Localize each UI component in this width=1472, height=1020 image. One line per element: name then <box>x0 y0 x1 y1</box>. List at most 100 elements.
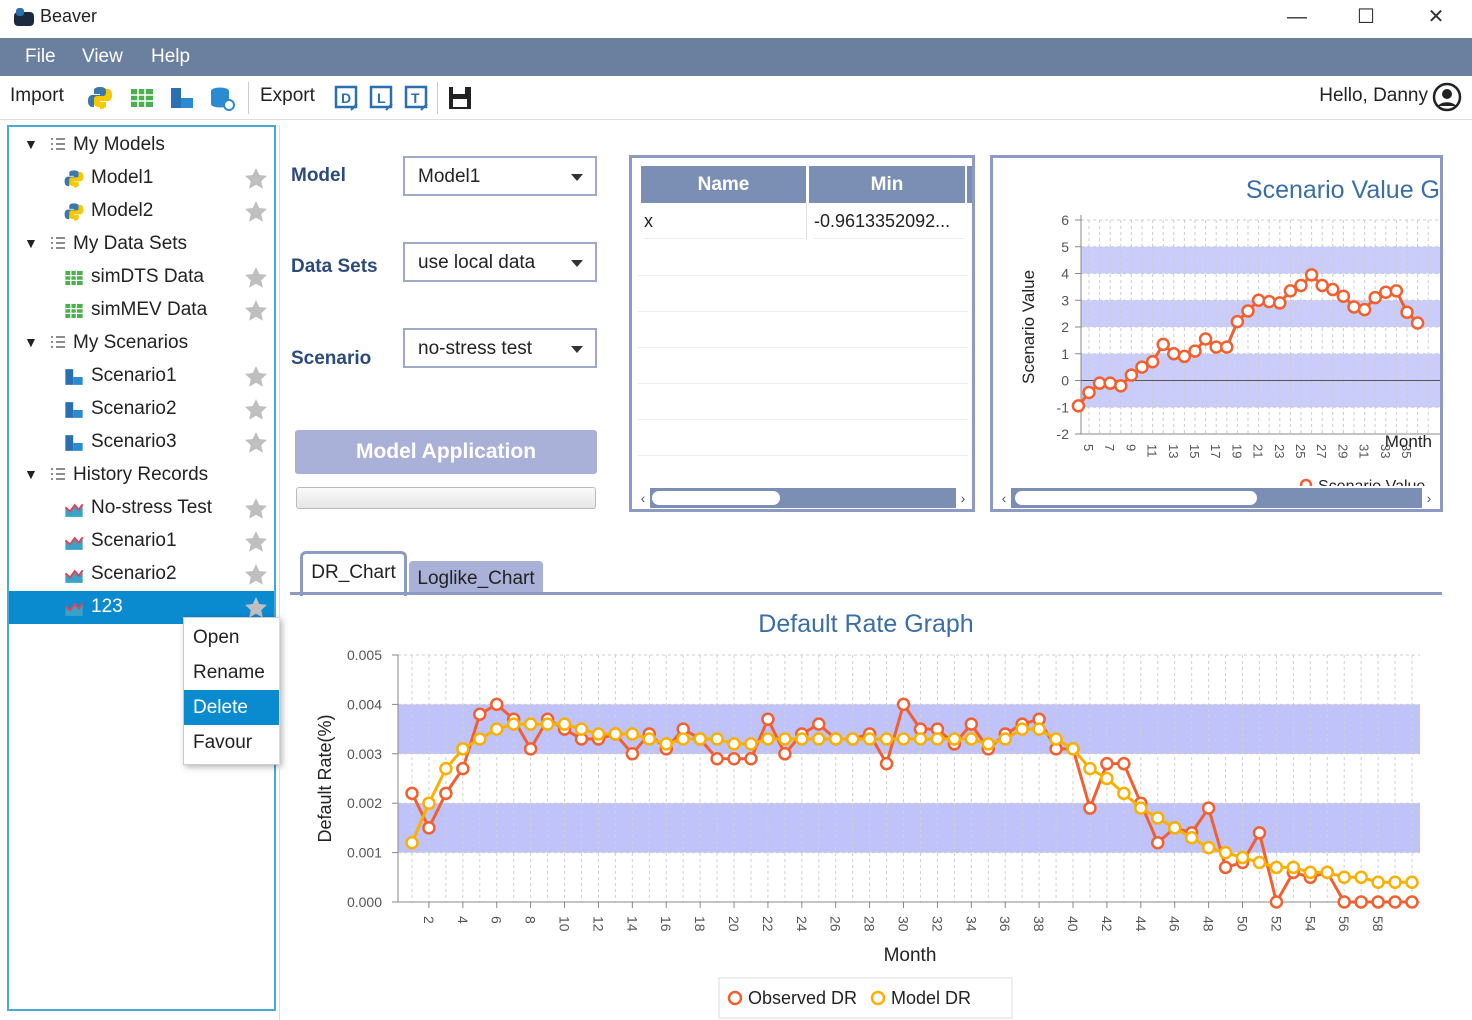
tree-item-model2[interactable]: Model2 <box>9 195 274 228</box>
close-button[interactable]: ✕ <box>1416 4 1456 30</box>
ctx-rename[interactable]: Rename <box>184 655 279 690</box>
tree-item-scenario1[interactable]: Scenario1 <box>9 360 274 393</box>
datasets-select[interactable]: use local data <box>403 242 597 282</box>
data-point <box>1114 379 1128 393</box>
area-chart-icon <box>63 564 85 586</box>
data-point <box>1269 860 1284 875</box>
tree-group-my-data-sets[interactable]: ▼ My Data Sets <box>9 228 274 261</box>
import-python-icon[interactable] <box>86 84 114 112</box>
table-cell-name[interactable]: x <box>644 203 804 239</box>
column-header-min[interactable]: Min <box>809 166 965 203</box>
menu-help[interactable]: Help <box>151 46 190 68</box>
ctx-delete[interactable]: Delete <box>184 690 279 725</box>
expand-arrow-icon[interactable]: ▼ <box>24 136 38 152</box>
scroll-thumb[interactable] <box>652 491 780 505</box>
favourite-star-icon[interactable] <box>243 562 269 588</box>
svg-text:L: L <box>377 90 386 106</box>
expand-arrow-icon[interactable]: ▼ <box>24 466 38 482</box>
import-data-icon[interactable] <box>128 84 156 112</box>
tree-item-scenario1[interactable]: Scenario1 <box>9 525 274 558</box>
pane-divider[interactable] <box>279 125 280 1020</box>
x-tick-label: 11 <box>1145 444 1160 458</box>
data-point <box>1209 340 1223 354</box>
favourite-star-icon[interactable] <box>243 199 269 225</box>
x-tick-label: 5 <box>1081 444 1096 451</box>
scroll-right-icon[interactable]: › <box>1422 488 1436 508</box>
scroll-thumb[interactable] <box>1015 491 1257 505</box>
data-point <box>1410 316 1425 330</box>
favourite-star-icon[interactable] <box>243 364 269 390</box>
scenario-select[interactable]: no-stress test <box>403 328 597 368</box>
svg-text:T: T <box>411 90 420 106</box>
tree-item-scenario3[interactable]: Scenario3 <box>9 426 274 459</box>
ctx-favour[interactable]: Favour <box>184 725 279 760</box>
tree-item-simdts-data[interactable]: simDTS Data <box>9 261 274 294</box>
model-select[interactable]: Model1 <box>403 156 597 196</box>
data-point <box>1218 860 1233 875</box>
menu-file[interactable]: File <box>25 46 56 68</box>
tab-dr-chart[interactable]: DR_Chart <box>300 551 407 596</box>
tree-group-my-scenarios[interactable]: ▼ My Scenarios <box>9 327 274 360</box>
tab-loglike-chart[interactable]: Loglike_Chart <box>409 561 543 595</box>
import-scenario-icon[interactable] <box>168 84 196 112</box>
favourite-star-icon[interactable] <box>243 496 269 522</box>
favourite-star-icon[interactable] <box>243 397 269 423</box>
maximize-button[interactable]: ☐ <box>1346 4 1386 30</box>
save-icon[interactable] <box>446 84 474 112</box>
tree-item-scenario2[interactable]: Scenario2 <box>9 558 274 591</box>
data-point <box>1145 355 1160 369</box>
data-point <box>1032 722 1046 736</box>
table-icon <box>63 267 85 289</box>
tree-item-scenario2[interactable]: Scenario2 <box>9 393 274 426</box>
favourite-star-icon[interactable] <box>243 529 269 555</box>
tree-item-no-stress-test[interactable]: No-stress Test <box>9 492 274 525</box>
export-l-icon[interactable]: L <box>368 84 396 112</box>
data-point <box>896 697 911 712</box>
context-menu: Open Rename Delete Favour <box>183 617 280 765</box>
table-horizontal-scrollbar[interactable]: ‹ › <box>636 488 970 508</box>
tree-item-model1[interactable]: Model1 <box>9 162 274 195</box>
scroll-left-icon[interactable]: ‹ <box>636 488 650 508</box>
export-t-icon[interactable]: T <box>403 84 431 112</box>
import-database-icon[interactable] <box>208 84 236 112</box>
column-header-name[interactable]: Name <box>641 166 806 203</box>
minimize-button[interactable]: — <box>1277 4 1317 30</box>
tree-group-history-records[interactable]: ▼ History Records <box>9 459 274 492</box>
data-point <box>489 722 504 736</box>
chart-horizontal-scrollbar[interactable]: ‹ › <box>997 488 1436 508</box>
data-point <box>1337 870 1351 885</box>
scroll-left-icon[interactable]: ‹ <box>997 488 1011 508</box>
favourite-star-icon[interactable] <box>243 265 269 291</box>
tree-item-label: Scenario2 <box>91 563 177 584</box>
data-point <box>523 742 538 756</box>
expand-arrow-icon[interactable]: ▼ <box>24 334 38 350</box>
chart-title: Scenario Value G <box>1246 176 1440 204</box>
menu-view[interactable]: View <box>82 46 123 68</box>
tree-item-simmev-data[interactable]: simMEV Data <box>9 294 274 327</box>
user-avatar-icon[interactable] <box>1432 82 1462 112</box>
favourite-star-icon[interactable] <box>243 166 269 192</box>
favourite-star-icon[interactable] <box>243 430 269 456</box>
list-icon <box>51 468 65 480</box>
data-point <box>693 732 707 746</box>
scroll-right-icon[interactable]: › <box>956 488 970 508</box>
favourite-star-icon[interactable] <box>243 298 269 324</box>
user-greeting: Hello, Danny <box>1319 85 1428 106</box>
table-icon <box>63 300 85 322</box>
data-point <box>1368 290 1382 305</box>
table-cell-min[interactable]: -0.9613352092... <box>814 203 964 239</box>
y-tick-label: 1 <box>1061 346 1069 362</box>
ctx-open[interactable]: Open <box>184 620 279 655</box>
scenario-chart-panel: -2 -1 0 1 2 3 4 5 6 5 7 9 11 13 15 17 19 21 23 25 27 29 31 33 35… <box>990 155 1443 512</box>
expand-arrow-icon[interactable]: ▼ <box>24 235 38 251</box>
export-d-icon[interactable]: D <box>333 84 361 112</box>
data-point <box>1320 865 1335 880</box>
data-point <box>1082 385 1096 400</box>
model-application-button[interactable]: Model Application <box>295 430 597 474</box>
data-point <box>456 761 470 776</box>
data-point <box>879 756 894 771</box>
data-point <box>812 717 826 731</box>
tree-group-my-models[interactable]: ▼ My Models <box>9 129 274 162</box>
y-tick-label: 0 <box>1061 373 1069 389</box>
data-point <box>1015 722 1029 736</box>
